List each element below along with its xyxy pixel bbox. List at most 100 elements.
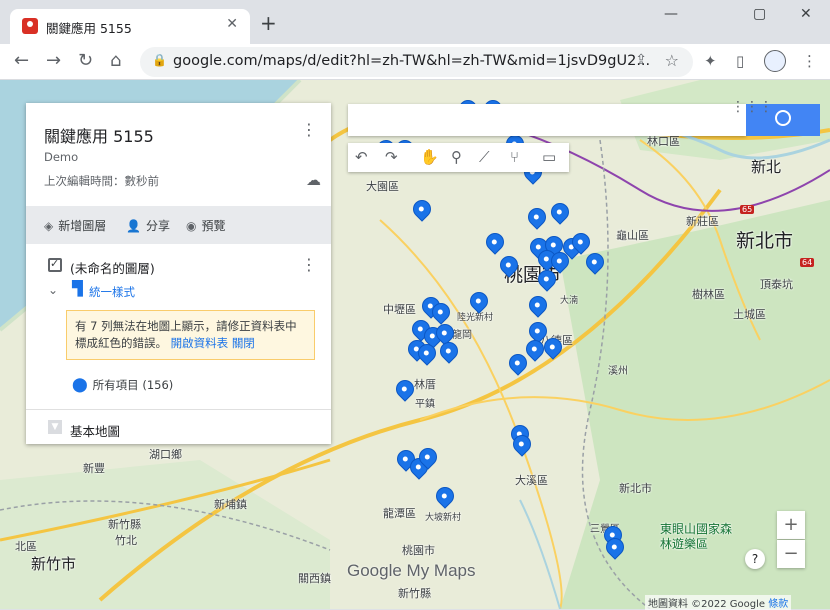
open-sheet-link[interactable]: 開啟資料表 <box>171 336 229 350</box>
place-label: 大園區 <box>366 180 399 193</box>
panel-actions-bar: ◈ 新增圖層 👤 分享 ◉ 預覽 <box>26 206 331 244</box>
place-label: 新豐 <box>83 462 105 475</box>
place-label: 大溪區 <box>515 474 548 487</box>
paint-roller-icon[interactable]: ▜ <box>72 281 83 297</box>
apps-grid-icon[interactable]: ⋮⋮⋮ <box>731 99 773 115</box>
minimize-button[interactable]: — <box>664 6 678 22</box>
reload-button[interactable]: ↻ <box>78 50 93 71</box>
basemap-section[interactable]: ▼ 基本地圖 <box>26 409 331 444</box>
cloud-saved-icon: ☁ <box>306 171 321 189</box>
redo-icon[interactable]: ↷ <box>385 148 398 166</box>
share-button[interactable]: 👤 分享 <box>126 217 170 234</box>
undo-icon[interactable]: ↶ <box>355 148 368 166</box>
import-error-warning: 有 7 列無法在地圖上顯示，請修正資料表中標成紅色的錯誤。 開啟資料表 關閉 <box>66 310 315 360</box>
url-text[interactable]: google.com/maps/d/edit?hl=zh-TW&hl=zh-TW… <box>173 53 650 69</box>
map-options-menu-icon[interactable]: ⋮ <box>301 120 317 139</box>
forward-button[interactable]: → <box>46 50 61 71</box>
zoom-out-button[interactable]: − <box>777 540 805 568</box>
preview-button[interactable]: ◉ 預覽 <box>186 217 226 234</box>
map-legend-panel: 關鍵應用 5155 ⋮ Demo 上次編輯時間：數秒前 ☁ ◈ 新增圖層 👤 分享 … <box>26 103 331 444</box>
place-label: 土城區 <box>733 308 766 321</box>
bookmark-star-icon[interactable]: ☆ <box>665 51 679 70</box>
place-label: 大坡新村 <box>425 513 462 523</box>
profile-avatar[interactable] <box>764 50 786 72</box>
maps-favicon-icon <box>22 18 38 34</box>
home-button[interactable]: ⌂ <box>110 50 121 71</box>
share-icon[interactable]: ⇪ <box>635 52 647 68</box>
browser-tab-bar: 關鍵應用 5155 ✕ + — ▢ ✕ <box>0 0 830 44</box>
zoom-in-button[interactable]: + <box>777 511 805 539</box>
browser-menu-icon[interactable]: ⋮ <box>802 52 817 70</box>
layer-visibility-checkbox[interactable] <box>48 257 62 272</box>
place-label: 龍岡 <box>452 330 472 341</box>
place-label: 新北 <box>751 158 782 176</box>
hand-tool-icon[interactable]: ✋ <box>420 148 439 166</box>
new-tab-button[interactable]: + <box>260 11 277 35</box>
add-marker-icon[interactable]: ⚲ <box>451 148 462 166</box>
place-label: 新竹縣 <box>108 518 141 531</box>
place-label: 新埔鎮 <box>214 498 247 511</box>
place-label: 關西鎮 <box>298 572 331 585</box>
address-bar[interactable]: 🔒 google.com/maps/d/edit?hl=zh-TW&hl=zh-… <box>140 47 693 77</box>
browser-toolbar: ← → ↻ ⌂ 🔒 google.com/maps/d/edit?hl=zh-T… <box>0 44 830 80</box>
basemap-label: 基本地圖 <box>70 424 121 439</box>
place-label: 平鎮 <box>415 399 435 410</box>
all-items-row[interactable]: ⬤ 所有項目 (156) <box>72 377 173 393</box>
place-label: 新竹市 <box>31 555 77 573</box>
map-pin-icon: ⬤ <box>72 377 88 393</box>
map-attribution: 地圖資料 ©2022 Google 條款 <box>645 595 792 610</box>
layers-icon: ◈ <box>44 219 54 233</box>
chevron-down-icon[interactable]: ⌄ <box>48 283 58 297</box>
highway-shield-icon: 65 <box>740 205 755 214</box>
place-label: 新北市 <box>736 230 794 252</box>
eye-icon: ◉ <box>186 219 197 233</box>
layer-options-menu-icon[interactable]: ⋮ <box>301 255 317 274</box>
uniform-style-link[interactable]: 統一樣式 <box>89 284 135 300</box>
close-tab-icon[interactable]: ✕ <box>226 16 238 32</box>
add-person-icon: 👤 <box>126 219 141 233</box>
map-search-input[interactable] <box>348 104 746 136</box>
place-label: 北區 <box>15 540 37 553</box>
browser-tab[interactable]: 關鍵應用 5155 ✕ <box>10 9 250 44</box>
place-label: 溪州 <box>608 366 628 377</box>
place-label: 大湳 <box>560 296 579 306</box>
map-toolbar: ↶ ↷ ✋ ⚲ ⟋ ⑂ ▭ <box>348 143 569 172</box>
map-title[interactable]: 關鍵應用 5155 <box>44 123 154 147</box>
search-icon <box>775 110 791 126</box>
draw-line-icon[interactable]: ⟋ <box>479 148 490 166</box>
place-label: 林厝 <box>414 378 436 391</box>
place-label: 東眼山國家森林遊樂區 <box>660 522 733 551</box>
place-label: 樹林區 <box>692 288 725 301</box>
place-label: 中壢區 <box>383 303 416 316</box>
attribution-text: 地圖資料 ©2022 Google <box>648 599 766 610</box>
all-items-label: 所有項目 (156) <box>92 378 174 392</box>
help-button[interactable]: ? <box>745 549 765 569</box>
last-edit-time: 上次編輯時間：數秒前 <box>44 174 159 188</box>
place-label: 新竹縣 <box>398 587 431 600</box>
measure-ruler-icon[interactable]: ▭ <box>542 148 556 166</box>
chevron-down-icon[interactable]: ▼ <box>48 420 62 434</box>
side-panel-icon[interactable]: ▯ <box>736 52 744 70</box>
close-window-button[interactable]: ✕ <box>800 6 812 22</box>
layer-name[interactable]: (未命名的圖層) <box>70 258 155 277</box>
place-label: 頂泰坑 <box>760 278 793 291</box>
lock-icon[interactable]: 🔒 <box>152 53 167 67</box>
terms-link[interactable]: 條款 <box>768 599 788 610</box>
directions-icon[interactable]: ⑂ <box>510 148 519 166</box>
place-label: 陸光新村 <box>457 313 494 323</box>
tab-title: 關鍵應用 5155 <box>46 21 132 36</box>
extensions-icon[interactable]: ✦ <box>704 52 717 70</box>
place-label: 湖口鄉 <box>149 448 182 461</box>
add-layer-button[interactable]: ◈ 新增圖層 <box>44 217 106 234</box>
close-warning-link[interactable]: 關閉 <box>232 336 255 350</box>
google-my-maps-logo: Google My Maps <box>347 561 476 580</box>
place-label: 龜山區 <box>616 229 649 242</box>
place-label: 新北市 <box>619 482 652 495</box>
maximize-button[interactable]: ▢ <box>753 6 766 22</box>
back-button[interactable]: ← <box>14 50 29 71</box>
place-label: 龍潭區 <box>383 507 416 520</box>
place-label: 桃園市 <box>402 544 435 557</box>
place-label: 竹北 <box>115 534 137 547</box>
map-description[interactable]: Demo <box>44 150 78 164</box>
place-label: 新莊區 <box>686 215 719 228</box>
